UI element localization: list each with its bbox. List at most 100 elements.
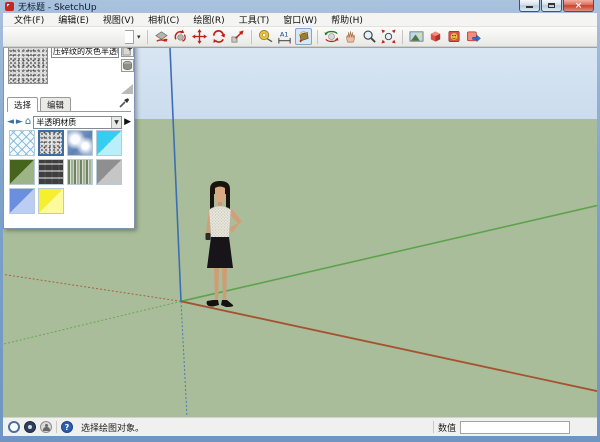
material-preview-thumbnail[interactable]: [8, 47, 48, 84]
create-material-button[interactable]: [121, 47, 134, 57]
component-button[interactable]: [446, 28, 463, 45]
person-figure[interactable]: [192, 180, 248, 312]
title-bar[interactable]: 无标题 - SketchUp: [0, 0, 600, 13]
photo-match-button[interactable]: [408, 28, 425, 45]
back-arrow-icon[interactable]: ◄: [7, 116, 14, 128]
help-icon[interactable]: ?: [61, 421, 73, 433]
close-icon: ×: [575, 1, 583, 11]
details-arrow-button[interactable]: ▶: [124, 117, 131, 127]
collection-dropdown[interactable]: 半透明材质 ▼: [33, 116, 122, 129]
scale-button[interactable]: [229, 28, 246, 45]
share-model-button[interactable]: [465, 28, 482, 45]
collection-dropdown-value: 半透明材质: [36, 117, 76, 128]
in-model-home-icon[interactable]: ⌂: [25, 116, 31, 128]
move-icon: [192, 29, 207, 44]
materials-swatch-grid: [9, 130, 122, 214]
material-swatch-translucent-gray[interactable]: [96, 159, 122, 185]
material-swatch-crushed-gray-translucent[interactable]: [38, 130, 64, 156]
geolocation-icon[interactable]: [8, 421, 20, 433]
material-swatch-translucent-cyan[interactable]: [96, 130, 122, 156]
paint-bucket-button[interactable]: [295, 28, 312, 45]
component-icon: [447, 29, 462, 44]
menu-item[interactable]: 相机(C): [141, 13, 186, 26]
toolbar-separator: [147, 30, 148, 44]
chevron-down-icon[interactable]: ▼: [111, 117, 121, 128]
share-model-icon: [466, 29, 481, 44]
create-material-icon: [122, 47, 133, 56]
status-separator: [56, 421, 57, 433]
material-swatch-clouds[interactable]: [67, 130, 93, 156]
pan-button[interactable]: [342, 28, 359, 45]
toolbar-separator: [317, 30, 318, 44]
measurements-input[interactable]: [460, 421, 570, 434]
minimize-button[interactable]: [519, 0, 540, 12]
zoom-extents-button[interactable]: [380, 28, 397, 45]
scale-icon: [230, 29, 245, 44]
get-models-button[interactable]: [427, 28, 444, 45]
menu-bar: 文件(F)编辑(E)视图(V)相机(C)绘图(R)工具(T)窗口(W)帮助(H): [3, 13, 597, 27]
tape-measure-icon: [258, 29, 273, 44]
window-title: 无标题 - SketchUp: [18, 0, 97, 13]
svg-text:A1: A1: [279, 31, 288, 39]
sketchup-logo-icon: [5, 2, 14, 11]
zoom-icon: [362, 29, 377, 44]
tape-measure-button[interactable]: [257, 28, 274, 45]
material-swatch-translucent-green[interactable]: [9, 159, 35, 185]
menu-item[interactable]: 视图(V): [96, 13, 141, 26]
orbit-icon: [324, 29, 339, 44]
tab-select[interactable]: 选择: [7, 97, 38, 112]
caption-buttons: ×: [518, 0, 594, 12]
menu-item[interactable]: 编辑(E): [51, 13, 96, 26]
secondary-pane-button[interactable]: [121, 59, 134, 72]
toolbar: ▾ A1: [3, 27, 597, 47]
model-info-icon[interactable]: [24, 421, 36, 433]
app-window: 无标题 - SketchUp × 文件(F)编辑(E)视图(V)相机(C)绘图(…: [0, 0, 600, 442]
claim-credit-icon[interactable]: [40, 421, 52, 433]
rotate-icon: [211, 29, 226, 44]
materials-tabs: 选择 编辑: [7, 99, 131, 112]
preview-resize-triangle[interactable]: [121, 84, 133, 94]
follow-me-icon: [173, 29, 188, 44]
material-name-field[interactable]: 压碎纹的灰色半透明材质: [51, 47, 119, 58]
toolbar-separator: [402, 30, 403, 44]
minimize-icon: [526, 6, 533, 8]
offset-button[interactable]: [153, 28, 170, 45]
maximize-icon: [548, 3, 555, 8]
toolbar-separator: [251, 30, 252, 44]
toolbar-overflow-icon[interactable]: ▾: [136, 33, 142, 41]
forward-arrow-icon[interactable]: ►: [16, 116, 23, 128]
material-swatch-dark-blocks[interactable]: [38, 159, 64, 185]
status-hint-text: 选择绘图对象。: [81, 421, 144, 434]
material-swatch-green-stripes[interactable]: [67, 159, 93, 185]
menu-item[interactable]: 绘图(R): [186, 13, 231, 26]
paint-bucket-icon: [296, 29, 311, 44]
zoom-button[interactable]: [361, 28, 378, 45]
dimension-button[interactable]: A1: [276, 28, 293, 45]
materials-panel-body: 压碎纹的灰色半透明材质 选择 编辑 ◄ ►: [4, 47, 134, 229]
status-bar: ? 选择绘图对象。 数值: [3, 417, 597, 436]
maximize-button[interactable]: [541, 0, 562, 12]
photo-match-icon: [409, 29, 424, 44]
window-content: 文件(F)编辑(E)视图(V)相机(C)绘图(R)工具(T)窗口(W)帮助(H)…: [3, 13, 597, 436]
rotate-button[interactable]: [210, 28, 227, 45]
follow-me-button[interactable]: [172, 28, 189, 45]
offset-icon: [154, 29, 169, 44]
materials-panel: 材质 压碎纹的灰色半透明材质 选择 编辑: [3, 47, 135, 229]
close-button[interactable]: ×: [563, 0, 594, 12]
toolbar-combo-remnant[interactable]: [125, 30, 134, 44]
material-swatch-lattice-blue[interactable]: [9, 130, 35, 156]
menu-item[interactable]: 工具(T): [232, 13, 277, 26]
measurements-label: 数值: [438, 421, 456, 434]
move-button[interactable]: [191, 28, 208, 45]
dimension-icon: A1: [277, 29, 292, 44]
menu-item[interactable]: 窗口(W): [276, 13, 324, 26]
material-swatch-translucent-blue[interactable]: [9, 188, 35, 214]
pan-icon: [343, 29, 358, 44]
orbit-button[interactable]: [323, 28, 340, 45]
material-swatch-translucent-yellow[interactable]: [38, 188, 64, 214]
secondary-pane-icon: [122, 60, 133, 71]
menu-item[interactable]: 文件(F): [7, 13, 51, 26]
tab-edit[interactable]: 编辑: [40, 97, 71, 111]
menu-item[interactable]: 帮助(H): [324, 13, 370, 26]
drawing-viewport[interactable]: 材质 压碎纹的灰色半透明材质 选择 编辑: [3, 47, 597, 417]
